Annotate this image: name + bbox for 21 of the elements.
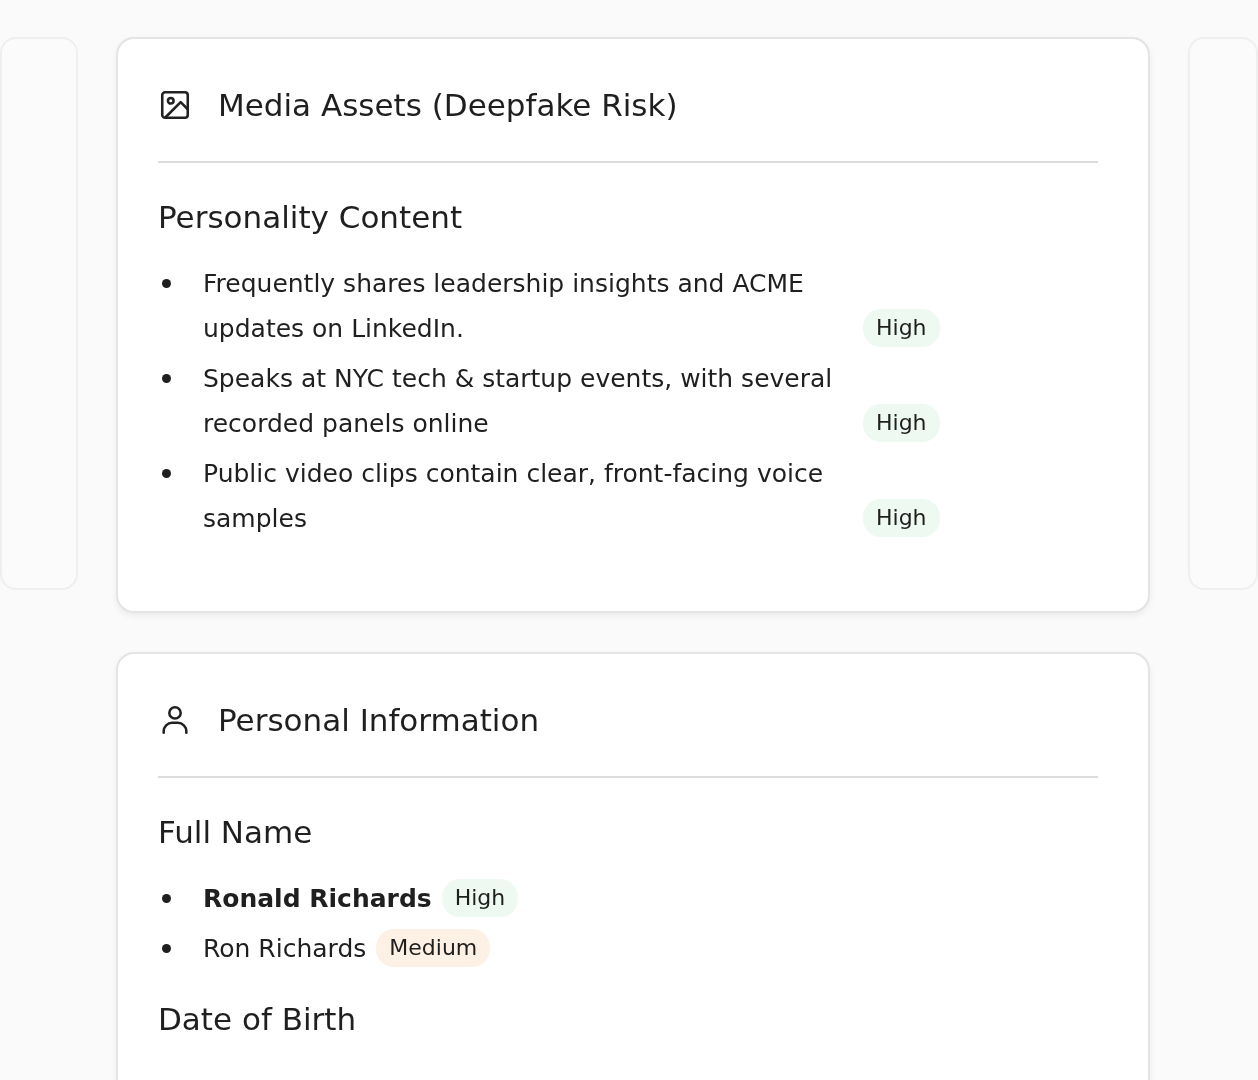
image-icon xyxy=(158,88,192,122)
bullet-icon xyxy=(162,469,171,478)
list-item-text: Ron Richards xyxy=(203,933,367,965)
confidence-badge: High xyxy=(863,309,940,347)
section-heading: Full Name xyxy=(158,814,314,850)
bullet-icon xyxy=(162,894,171,903)
card-title: Media Assets (Deepfake Risk) xyxy=(218,87,678,123)
list-item-text: Frequently shares leadership insights and ACME updates on LinkedIn. xyxy=(203,268,805,345)
bullet-icon xyxy=(162,374,171,383)
bullet-icon xyxy=(162,279,171,288)
confidence-badge: High xyxy=(863,499,940,537)
confidence-badge: Medium xyxy=(376,929,491,967)
bullet-icon xyxy=(162,944,171,953)
list-item-text: Public video clips contain clear, front-facing voice samples xyxy=(203,458,825,535)
confidence-badge: High xyxy=(441,879,519,917)
list-item-text: Speaks at NYC tech & startup events, with several recorded panels online xyxy=(203,363,834,440)
confidence-badge: High xyxy=(863,404,940,442)
card-title: Personal Information xyxy=(218,702,540,738)
section-heading: Date of Birth xyxy=(158,1001,358,1037)
section-heading: Personality Content xyxy=(158,199,464,235)
list-item-text: Ronald Richards xyxy=(203,883,432,915)
